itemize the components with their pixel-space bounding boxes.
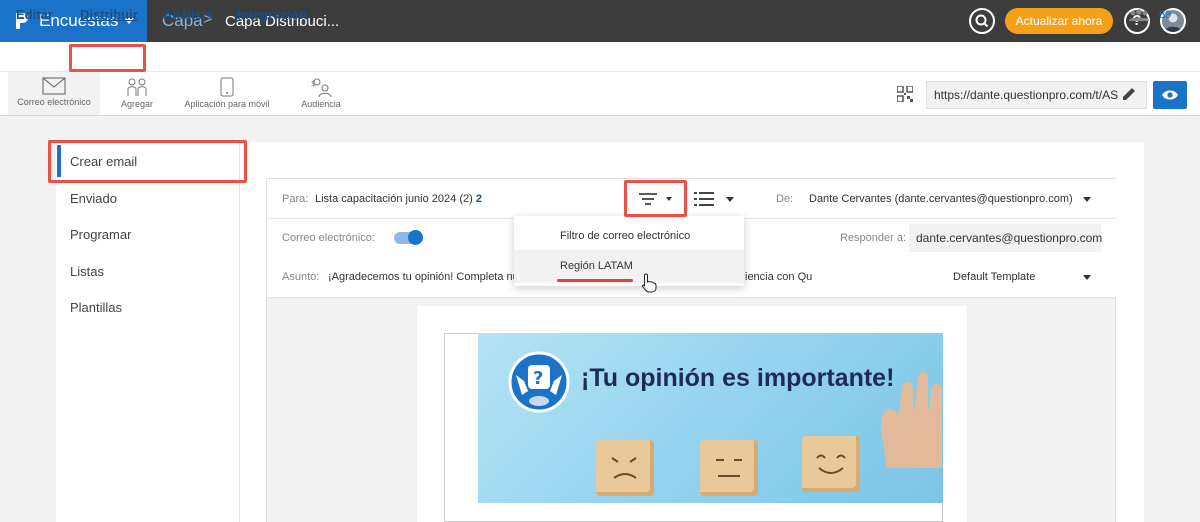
neutral-face-cube [700,440,758,496]
email-banner-title: ¡Tu opinión es importante! [581,364,895,392]
sidebar-item-programar[interactable]: Programar [70,227,131,242]
list-caret-icon [726,197,734,202]
participants-count: 89 [1159,9,1172,21]
tab-distribuir[interactable]: Distribuir [80,7,138,22]
toolbar-email-label: Correo electrónico [17,97,91,107]
annotation-box-crear-email [48,140,247,183]
upgrade-button[interactable]: Actualizar ahora [1005,8,1113,34]
reply-to-field[interactable]: dante.cervantes@questionpro.com [909,224,1102,252]
toolbar-add-label: Agregar [120,99,154,109]
from-label: De: [776,193,794,205]
search-icon [975,14,989,28]
svg-text:$: $ [311,79,316,88]
filter-dropdown: Filtro de correo electrónico Región LATA… [514,216,744,286]
email-banner-image: ? [478,333,943,503]
toolbar-email[interactable]: Correo electrónico [8,72,100,115]
qr-code-icon[interactable] [897,86,913,102]
subject-value-start[interactable]: ¡Agradecemos tu opinión! Completa nu [328,271,519,283]
to-label: Para: [282,193,309,205]
questionpro-mascot-icon: ? [508,351,570,413]
toolbar-audience-label: Audiencia [301,99,341,109]
envelope-icon [42,77,66,95]
annotation-underline [557,279,633,282]
subject-value-end[interactable]: iencia con Qu [745,271,812,283]
happy-face-icon [816,454,846,474]
tab-editar[interactable]: Editar [16,7,53,22]
email-toggle-label: Correo electrónico: [282,232,375,244]
sad-face-cube [596,440,654,496]
happy-face-cube [802,436,860,492]
annotation-box-distribuir [69,44,146,72]
from-value[interactable]: Dante Cervantes (dante.cervantes@questio… [809,193,1073,205]
to-value[interactable]: Lista capacitación junio 2024 (2) 2 [315,193,482,205]
from-caret-icon [1083,197,1091,202]
sad-face-icon [611,457,637,479]
email-toggle-knob [408,230,423,245]
mobile-phone-icon [220,77,234,97]
add-people-icon [127,78,147,96]
to-list-name: Lista capacitación junio 2024 (2) [315,193,473,205]
neutral-face-icon [716,459,742,477]
hand-cursor-icon [641,273,657,293]
sidebar-item-listas[interactable]: Listas [70,264,104,279]
search-button[interactable] [969,8,995,34]
toolbar-audience[interactable]: $ Audiencia [296,72,346,115]
subject-label: Asunto: [282,271,320,283]
toolbar-mobile-app-label: Aplicación para móvil [184,99,270,109]
annotation-box-filter [624,180,687,217]
survey-url-field[interactable]: https://dante.questionpro.com/t/AS [926,81,1147,109]
main-nav [0,42,1200,72]
filter-option-email[interactable]: Filtro de correo electrónico [514,220,744,253]
toolbar-add[interactable]: Agregar [112,72,162,115]
template-select[interactable]: Default Template [953,271,1035,283]
audience-icon: $ [311,78,332,97]
sidebar-item-enviado[interactable]: Enviado [70,191,117,206]
sidebar-item-plantillas[interactable]: Plantillas [70,300,122,315]
list-icon[interactable] [694,191,714,207]
svg-text:?: ? [533,368,543,389]
eye-icon [1162,90,1178,100]
preview-button[interactable] [1153,81,1187,109]
to-count: 2 [475,193,482,205]
participants-icon [1129,9,1149,21]
reply-to-label: Responder a: [840,232,907,244]
template-caret-icon [1083,275,1091,280]
toolbar-mobile-app[interactable]: Aplicación para móvil [178,72,276,115]
tab-integracion[interactable]: Integración [237,7,307,22]
pencil-icon[interactable] [1121,86,1137,102]
tab-analisis[interactable]: Análisis [163,7,213,22]
